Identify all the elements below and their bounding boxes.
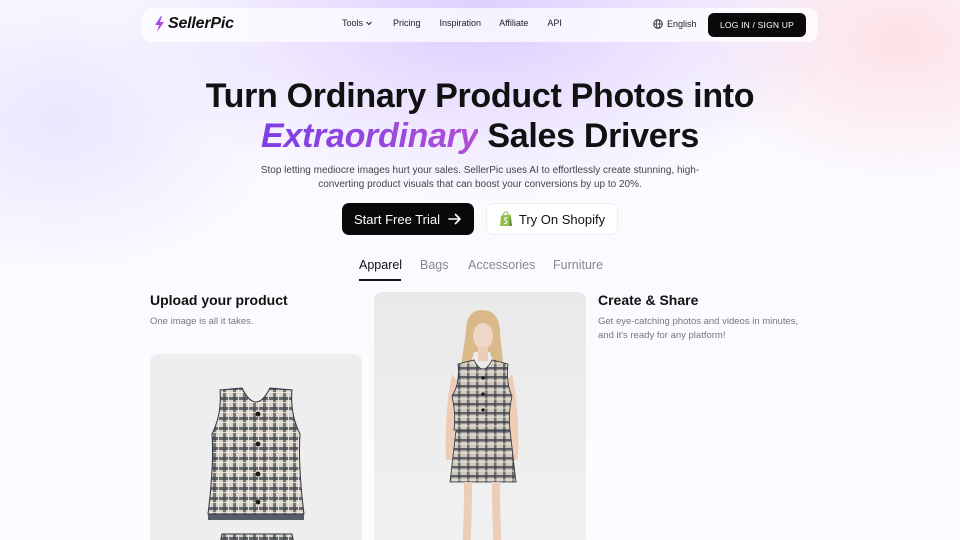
main-menu: Tools Pricing Inspiration Affiliate API [342, 18, 562, 28]
logo-text: SellerPic [168, 15, 234, 32]
language-selector[interactable]: English [653, 19, 697, 29]
try-on-shopify-label: Try On Shopify [518, 211, 606, 227]
logo[interactable]: SellerPic [154, 15, 234, 33]
active-tab-underline [359, 279, 401, 281]
language-label: English [667, 19, 697, 29]
menu-item-tools[interactable]: Tools [342, 18, 373, 28]
hero-title-line2: Extraordinary Sales Drivers [0, 117, 960, 156]
tab-bags[interactable]: Bags [420, 258, 449, 272]
menu-item-label: Tools [342, 18, 364, 28]
plaid-vest-product-image [207, 387, 305, 540]
globe-icon [653, 19, 663, 29]
upload-step-desc: One image is all it takes. [150, 316, 254, 327]
start-free-trial-label: Start Free Trial [354, 211, 440, 227]
menu-item-label: Pricing [393, 18, 421, 28]
chevron-down-icon [366, 21, 372, 26]
menu-item-affiliate[interactable]: Affiliate [499, 18, 528, 28]
lightning-bolt-icon [155, 16, 164, 32]
top-nav: SellerPic Tools Pricing Inspiration Affi… [142, 8, 818, 42]
start-free-trial-button[interactable]: Start Free Trial [342, 203, 474, 235]
hero-title-accent: Extraordinary [261, 117, 479, 155]
upload-step-title: Upload your product [150, 292, 288, 308]
hero-title-rest: Sales Drivers [478, 117, 699, 155]
tab-furniture[interactable]: Furniture [553, 258, 603, 272]
menu-item-label: Affiliate [499, 18, 529, 28]
create-step-desc: Get eye-catching photos and videos in mi… [598, 316, 799, 341]
menu-item-label: Inspiration [439, 18, 482, 28]
create-step-title: Create & Share [598, 292, 699, 308]
hero-subtitle: Stop letting mediocre images hurt your s… [260, 165, 700, 190]
login-signup-button[interactable]: LOG IN / SIGN UP [708, 13, 806, 37]
tab-apparel[interactable]: Apparel [359, 258, 402, 272]
product-image-card [150, 354, 362, 540]
menu-item-api[interactable]: API [547, 18, 562, 28]
menu-item-pricing[interactable]: Pricing [393, 18, 421, 28]
category-tabs: Apparel Bags Accessories Furniture [0, 258, 960, 282]
menu-item-label: API [547, 18, 562, 28]
menu-item-inspiration[interactable]: Inspiration [440, 18, 482, 28]
model-wearing-outfit-image [445, 310, 519, 540]
hero-title-line1: Turn Ordinary Product Photos into [205, 77, 755, 115]
try-on-shopify-button[interactable]: Try On Shopify [486, 203, 618, 235]
tab-accessories[interactable]: Accessories [468, 258, 535, 272]
arrow-right-icon [448, 213, 461, 225]
shopify-bag-icon [499, 211, 512, 226]
model-photo-card [374, 292, 586, 540]
